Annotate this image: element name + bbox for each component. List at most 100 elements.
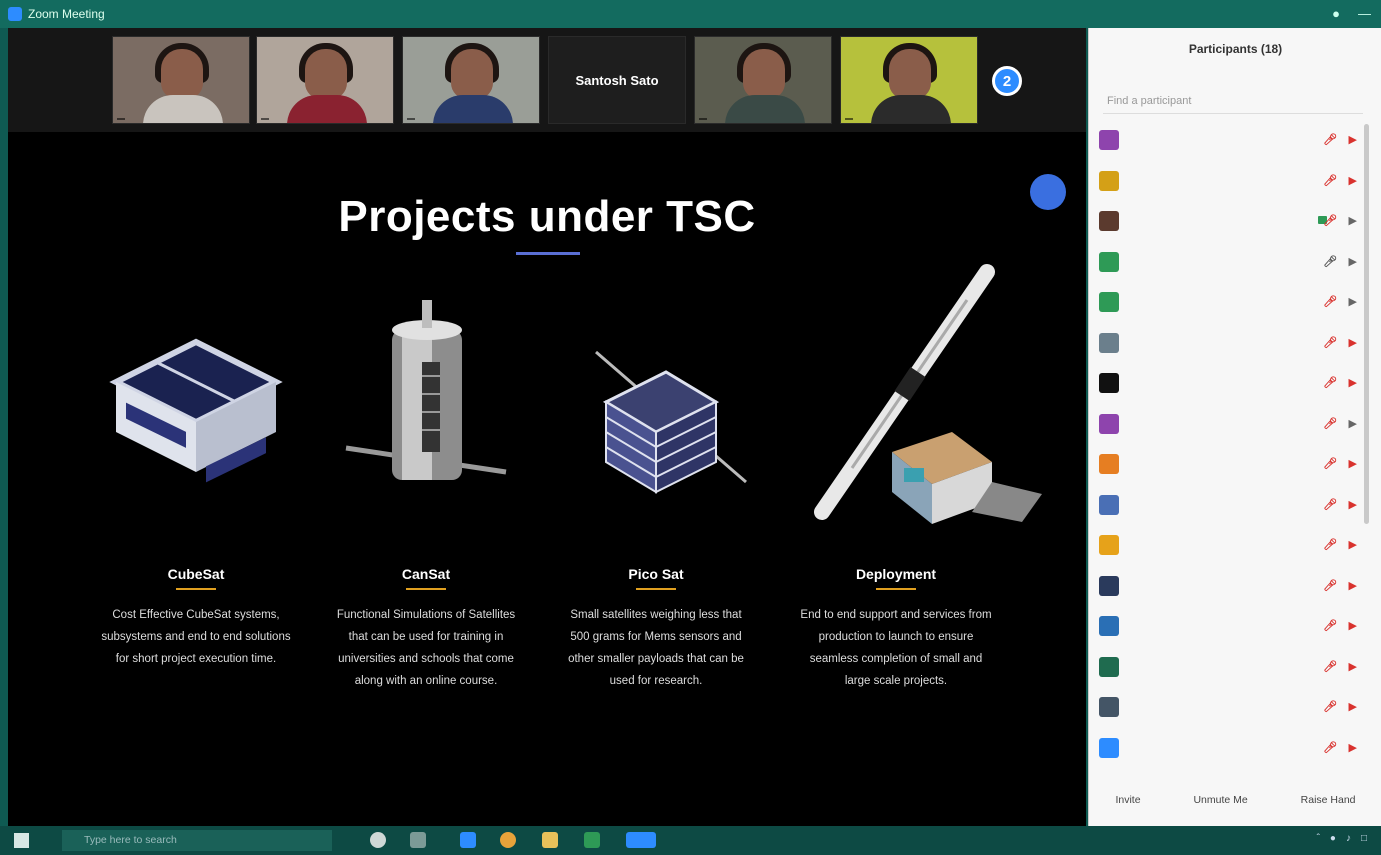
participant-avatar: [1099, 737, 1119, 758]
video-off-icon[interactable]: ▶: [1349, 336, 1357, 349]
video-off-icon[interactable]: ▶: [1349, 741, 1357, 754]
project-description: End to end support and services from pro…: [800, 609, 992, 687]
notification-icon[interactable]: □: [1361, 833, 1367, 844]
zoom-app-icon: [8, 7, 22, 21]
task-view-icon[interactable]: [410, 832, 426, 848]
mic-muted-icon[interactable]: 🎤︎: [1323, 538, 1337, 551]
participant-search-input[interactable]: Find a participant: [1103, 90, 1363, 114]
participant-row[interactable]: 🎤︎ ▶: [1099, 201, 1361, 242]
participant-avatar: [1099, 170, 1119, 191]
video-off-icon[interactable]: ▶: [1349, 133, 1357, 146]
video-off-icon[interactable]: ▶: [1349, 660, 1357, 673]
participant-row[interactable]: 🎤︎ ▶: [1099, 323, 1361, 364]
participant-row[interactable]: 🎤︎ ▶: [1099, 242, 1361, 283]
floating-reaction-button[interactable]: [1030, 174, 1066, 210]
video-tile-name-only[interactable]: Santosh Sato: [548, 36, 686, 124]
title-underline: [516, 252, 580, 255]
participant-avatar: [1099, 616, 1119, 637]
video-off-icon[interactable]: ▶: [1349, 538, 1357, 551]
participant-row[interactable]: 🎤︎ ▶: [1099, 606, 1361, 647]
invite-button[interactable]: Invite: [1115, 794, 1140, 806]
video-tile[interactable]: [402, 36, 540, 124]
file-explorer-icon[interactable]: [542, 832, 558, 848]
participants-header: Participants (18): [1188, 42, 1283, 56]
video-icon[interactable]: ▶: [1349, 417, 1357, 430]
mic-muted-icon[interactable]: 🎤︎: [1323, 457, 1337, 470]
mic-muted-icon[interactable]: 🎤︎: [1323, 700, 1337, 713]
mic-muted-icon[interactable]: 🎤︎: [1323, 417, 1337, 430]
mic-muted-icon[interactable]: 🎤︎: [1323, 214, 1337, 227]
video-tile[interactable]: [694, 36, 832, 124]
mic-muted-icon[interactable]: 🎤︎: [1323, 660, 1337, 673]
meeting-stage: Santosh Sato 2 Projects under TSC CubeSa…: [8, 28, 1086, 826]
mic-muted-icon[interactable]: 🎤︎: [1323, 741, 1337, 754]
volume-icon[interactable]: ♪: [1346, 833, 1351, 844]
video-icon[interactable]: ▶: [1349, 214, 1357, 227]
minimize-icon[interactable]: —: [1358, 6, 1371, 21]
shared-screen-slide: Projects under TSC CubeSat Cost Effectiv…: [8, 132, 1086, 826]
windows-taskbar: Type here to search ˆ ● ♪ □: [0, 826, 1381, 855]
rocket-deployment-illustration: [814, 264, 1042, 524]
mic-icon[interactable]: 🎤︎: [1323, 255, 1337, 268]
participant-row[interactable]: 🎤︎ ▶: [1099, 282, 1361, 323]
participant-row[interactable]: 🎤︎ ▶: [1099, 728, 1361, 769]
participant-body: [287, 95, 367, 123]
unmute-me-button[interactable]: Unmute Me: [1193, 794, 1247, 806]
participant-row[interactable]: 🎤︎ ▶: [1099, 687, 1361, 728]
zoom-taskbar-icon[interactable]: [626, 832, 656, 848]
video-off-icon[interactable]: ▶: [1349, 498, 1357, 511]
network-icon[interactable]: ●: [1330, 833, 1336, 844]
video-icon[interactable]: ▶: [1349, 295, 1357, 308]
video-tile-name: [261, 118, 269, 120]
mic-muted-icon[interactable]: 🎤︎: [1323, 295, 1337, 308]
cansat-illustration: [345, 300, 507, 480]
video-off-icon[interactable]: ▶: [1349, 457, 1357, 470]
participant-body: [433, 95, 513, 123]
green-app-icon[interactable]: [584, 832, 600, 848]
raise-hand-button[interactable]: Raise Hand: [1301, 794, 1356, 806]
participant-row[interactable]: 🎤︎ ▶: [1099, 404, 1361, 445]
browser-icon[interactable]: [500, 832, 516, 848]
taskbar-search-input[interactable]: Type here to search: [62, 830, 332, 851]
mic-muted-icon[interactable]: 🎤︎: [1323, 174, 1337, 187]
pico-sat-illustration: [595, 350, 747, 494]
participant-avatar: [1099, 575, 1119, 596]
shield-icon[interactable]: ●: [1332, 6, 1340, 21]
video-off-icon[interactable]: ▶: [1349, 174, 1357, 187]
participant-row[interactable]: 🎤︎ ▶: [1099, 120, 1361, 161]
participant-row[interactable]: 🎤︎ ▶: [1099, 566, 1361, 607]
video-off-icon[interactable]: ▶: [1349, 376, 1357, 389]
participant-avatar: [1099, 292, 1119, 313]
participant-row[interactable]: 🎤︎ ▶: [1099, 647, 1361, 688]
video-tile[interactable]: [256, 36, 394, 124]
mic-muted-icon[interactable]: 🎤︎: [1323, 619, 1337, 632]
mic-muted-icon[interactable]: 🎤︎: [1323, 579, 1337, 592]
video-off-icon[interactable]: ▶: [1349, 579, 1357, 592]
mic-muted-icon[interactable]: 🎤︎: [1323, 376, 1337, 389]
participant-list-scrollbar[interactable]: [1364, 124, 1369, 524]
mic-muted-icon[interactable]: 🎤︎: [1323, 336, 1337, 349]
zoom-window: Zoom Meeting ● — Santosh Sato 2 Projects…: [0, 0, 1381, 855]
video-off-icon[interactable]: ▶: [1349, 619, 1357, 632]
store-icon[interactable]: [460, 832, 476, 848]
participant-row[interactable]: 🎤︎ ▶: [1099, 525, 1361, 566]
mic-muted-icon[interactable]: 🎤︎: [1323, 133, 1337, 146]
participant-avatar: [1099, 494, 1119, 515]
participant-face: [161, 49, 203, 99]
video-tile[interactable]: [112, 36, 250, 124]
chevron-up-icon[interactable]: ˆ: [1317, 833, 1320, 844]
video-page-next-button[interactable]: 2: [992, 66, 1022, 96]
cubesat-illustration: [109, 338, 283, 483]
video-icon[interactable]: ▶: [1349, 255, 1357, 268]
participant-row[interactable]: 🎤︎ ▶: [1099, 363, 1361, 404]
participant-row[interactable]: 🎤︎ ▶: [1099, 485, 1361, 526]
video-tile[interactable]: [840, 36, 978, 124]
mic-muted-icon[interactable]: 🎤︎: [1323, 498, 1337, 511]
participant-avatar: [1099, 697, 1119, 718]
cortana-icon[interactable]: [370, 832, 386, 848]
windows-start-icon[interactable]: [14, 833, 29, 848]
video-off-icon[interactable]: ▶: [1349, 700, 1357, 713]
participant-row[interactable]: 🎤︎ ▶: [1099, 161, 1361, 202]
participant-row[interactable]: 🎤︎ ▶: [1099, 444, 1361, 485]
participant-avatar: [1099, 656, 1119, 677]
